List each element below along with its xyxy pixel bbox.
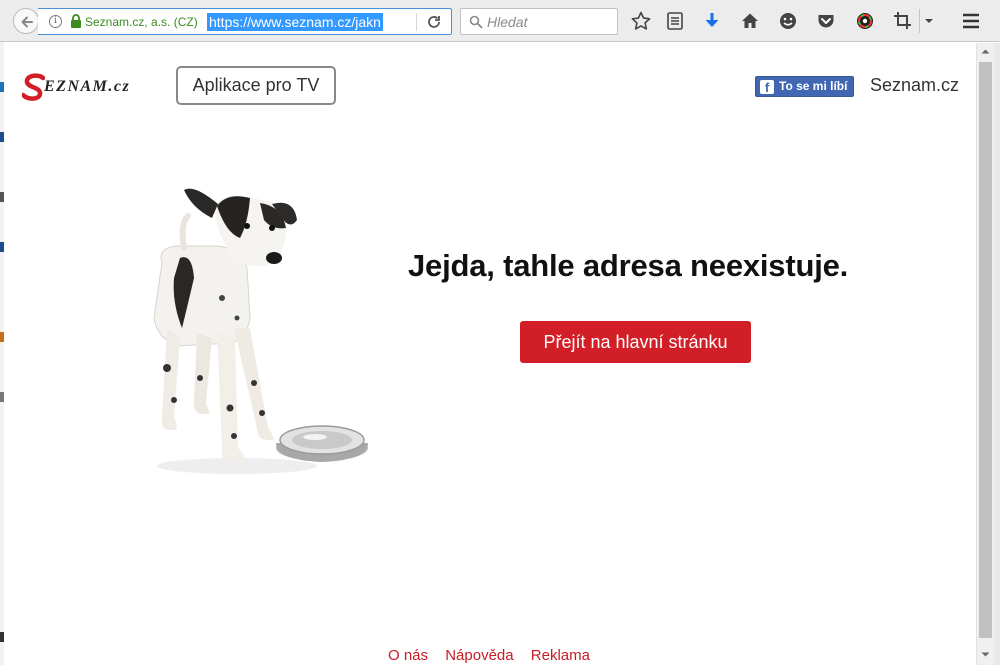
seznam-logo-image: EZNAM.cz [20,73,130,101]
seznam-logo[interactable]: EZNAM.cz [20,72,162,107]
crop-icon[interactable] [892,10,914,32]
back-button[interactable] [13,8,39,34]
search-field[interactable] [460,8,618,35]
download-icon[interactable] [701,10,723,32]
dog-with-bowl-illustration [153,188,368,474]
facebook-like-button[interactable]: f To se mi líbí [755,76,854,97]
footer-link-advertising[interactable]: Reklama [531,647,590,664]
reload-icon[interactable] [426,14,442,30]
page-content: EZNAM.cz Aplikace pro TV f To se mi líbí… [4,43,976,665]
url-bar[interactable]: i Seznam.cz, a.s. (CZ) https://www.sezna… [38,8,452,35]
emoji-icon[interactable] [777,10,799,32]
tv-app-button[interactable]: Aplikace pro TV [176,66,336,105]
footer-links: O nás Nápověda Reklama [388,647,603,664]
url-text[interactable]: https://www.seznam.cz/jakn [207,13,383,31]
reading-list-icon[interactable] [664,10,686,32]
scrollbar-thumb[interactable] [979,62,992,638]
info-icon[interactable]: i [49,15,62,28]
home-icon[interactable] [739,10,761,32]
background-window-edge-right [994,43,1000,665]
browser-toolbar: i Seznam.cz, a.s. (CZ) https://www.sezna… [0,0,1000,42]
scroll-up-arrow-icon[interactable] [977,43,994,60]
menu-icon[interactable] [960,10,982,32]
search-icon [469,15,483,29]
footer-link-help[interactable]: Nápověda [445,647,513,664]
seznam-home-link[interactable]: Seznam.cz [870,75,959,96]
chevron-down-icon[interactable] [922,10,936,32]
facebook-icon: f [760,80,774,95]
error-headline: Jejda, tahle adresa neexistuje. [408,248,849,283]
toolbar-divider [919,9,920,33]
vertical-scrollbar[interactable] [976,43,994,665]
browser-window: i Seznam.cz, a.s. (CZ) https://www.sezna… [0,0,1000,665]
url-divider [416,13,417,31]
footer-link-about[interactable]: O nás [388,647,428,664]
site-identity[interactable]: Seznam.cz, a.s. (CZ) [85,15,198,29]
svg-text:EZNAM.cz: EZNAM.cz [43,78,130,95]
go-home-button[interactable]: Přejít na hlavní stránku [520,321,751,363]
lock-icon[interactable] [70,14,82,28]
scroll-down-arrow-icon[interactable] [977,646,994,663]
search-input[interactable] [487,12,613,31]
facebook-like-label: To se mi líbí [779,79,848,93]
pocket-icon[interactable] [815,10,837,32]
back-arrow-icon [21,16,33,28]
color-wheel-icon[interactable] [854,10,876,32]
bookmark-star-icon[interactable] [630,10,652,32]
